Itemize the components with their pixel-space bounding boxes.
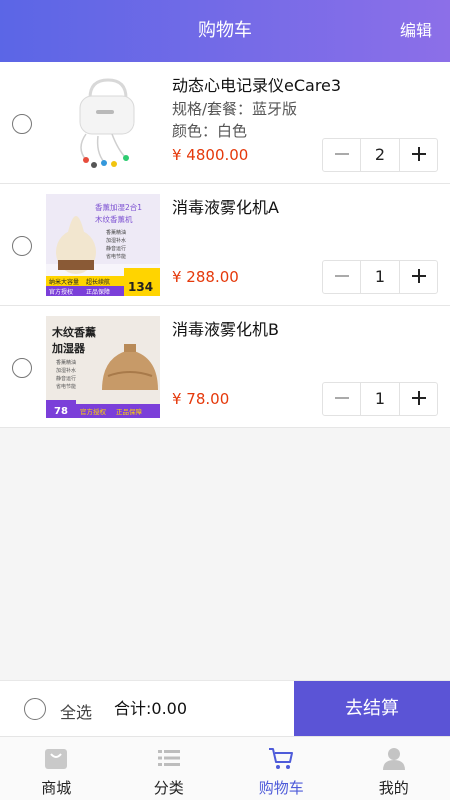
thumb-feature: 省电节能	[56, 383, 76, 390]
quantity-value[interactable]: 2	[361, 139, 399, 171]
product-name[interactable]: 消毒液雾化机A	[172, 194, 279, 218]
plus-icon	[411, 143, 427, 168]
quantity-value[interactable]: 1	[361, 261, 399, 293]
item-select-radio[interactable]	[12, 113, 32, 134]
thumb-title-1: 香薰加湿2合1	[95, 202, 142, 212]
page-title: 购物车	[198, 20, 252, 41]
bag-icon	[42, 745, 70, 771]
thumb-feature: 香薰精油	[106, 229, 126, 236]
increase-button[interactable]	[399, 139, 437, 171]
product-image[interactable]: 香薰加湿2合1 木纹香薰机 香薰精油 加湿补水 静音运行 省电节能 纳米大容量 …	[46, 194, 160, 296]
minus-icon	[334, 143, 350, 168]
product-spec: 规格/套餐：蓝牙版	[172, 100, 298, 118]
thumb-feature: 静音运行	[56, 375, 76, 382]
quantity-stepper: 2	[322, 138, 438, 172]
cart-item: 香薰加湿2合1 木纹香薰机 香薰精油 加湿补水 静音运行 省电节能 纳米大容量 …	[0, 184, 450, 306]
thumb-feature: 静音运行	[106, 245, 126, 252]
thumb-feature: 香薰精油	[56, 359, 76, 366]
thumb-band: 正品保障	[86, 288, 110, 296]
quantity-stepper: 1	[322, 382, 438, 416]
thumb-title-1: 木纹香薰	[51, 325, 96, 339]
thumb-feature: 加湿补水	[56, 367, 76, 374]
checkout-bar: 全选 合计:0.00 去结算	[0, 680, 450, 737]
checkout-button[interactable]: 去结算	[294, 681, 450, 737]
thumb-band: 超长续航	[86, 278, 110, 286]
thumb-title-2: 加湿器	[51, 341, 86, 355]
product-price: ¥ 78.00	[172, 390, 230, 408]
thumb-price-tag: 134	[128, 280, 153, 294]
thumb-band: 官方授权	[80, 407, 107, 416]
cart-icon	[267, 745, 295, 771]
list-icon	[155, 745, 183, 771]
thumb-title-2: 木纹香薰机	[95, 214, 133, 224]
increase-button[interactable]	[399, 383, 437, 415]
edit-button[interactable]: 编辑	[400, 0, 432, 62]
plus-icon	[411, 387, 427, 412]
minus-icon	[334, 265, 350, 290]
decrease-button[interactable]	[323, 383, 361, 415]
thumb-band: 正品保障	[116, 407, 143, 416]
bottom-tab-bar: 商城 分类 购物车 我的	[0, 736, 450, 800]
product-name[interactable]: 消毒液雾化机B	[172, 316, 279, 340]
plus-icon	[411, 265, 427, 290]
product-price: ¥ 288.00	[172, 268, 239, 286]
top-header: 购物车 编辑	[0, 0, 450, 62]
item-select-radio[interactable]	[12, 235, 32, 256]
quantity-stepper: 1	[322, 260, 438, 294]
product-name[interactable]: 动态心电记录仪eCare3	[172, 72, 341, 96]
tab-mine[interactable]: 我的	[338, 737, 450, 800]
thumb-feature: 加湿补水	[106, 237, 126, 244]
thumb-band: 官方授权	[49, 288, 73, 296]
select-all-radio[interactable]	[24, 698, 46, 720]
select-all-label[interactable]: 全选	[60, 699, 92, 723]
minus-icon	[334, 387, 350, 412]
tab-label: 分类	[153, 779, 184, 797]
decrease-button[interactable]	[323, 139, 361, 171]
cart-item: 动态心电记录仪eCare3 规格/套餐：蓝牙版 颜色：白色 ¥ 4800.00 …	[0, 62, 450, 184]
product-color: 颜色：白色	[172, 122, 248, 140]
tab-label: 商城	[41, 779, 72, 797]
item-select-radio[interactable]	[12, 357, 32, 378]
product-image[interactable]	[46, 72, 160, 174]
tab-label: 我的	[378, 779, 409, 797]
product-price: ¥ 4800.00	[172, 146, 249, 164]
thumb-feature: 省电节能	[106, 253, 126, 260]
quantity-value[interactable]: 1	[361, 383, 399, 415]
total-amount: 合计:0.00	[114, 699, 188, 718]
increase-button[interactable]	[399, 261, 437, 293]
user-icon	[380, 745, 408, 771]
thumb-price-tag: 78	[54, 406, 68, 417]
tab-label: 购物车	[258, 779, 304, 797]
decrease-button[interactable]	[323, 261, 361, 293]
product-image[interactable]: 木纹香薰 加湿器 香薰精油 加湿补水 静音运行 省电节能 78 官方授权 正品保…	[46, 316, 160, 418]
cart-item: 木纹香薰 加湿器 香薰精油 加湿补水 静音运行 省电节能 78 官方授权 正品保…	[0, 306, 450, 428]
tab-category[interactable]: 分类	[113, 737, 226, 800]
tab-mall[interactable]: 商城	[0, 737, 113, 800]
tab-cart[interactable]: 购物车	[225, 737, 338, 800]
thumb-band: 纳米大容量	[49, 278, 79, 286]
cart-list: 动态心电记录仪eCare3 规格/套餐：蓝牙版 颜色：白色 ¥ 4800.00 …	[0, 62, 450, 428]
